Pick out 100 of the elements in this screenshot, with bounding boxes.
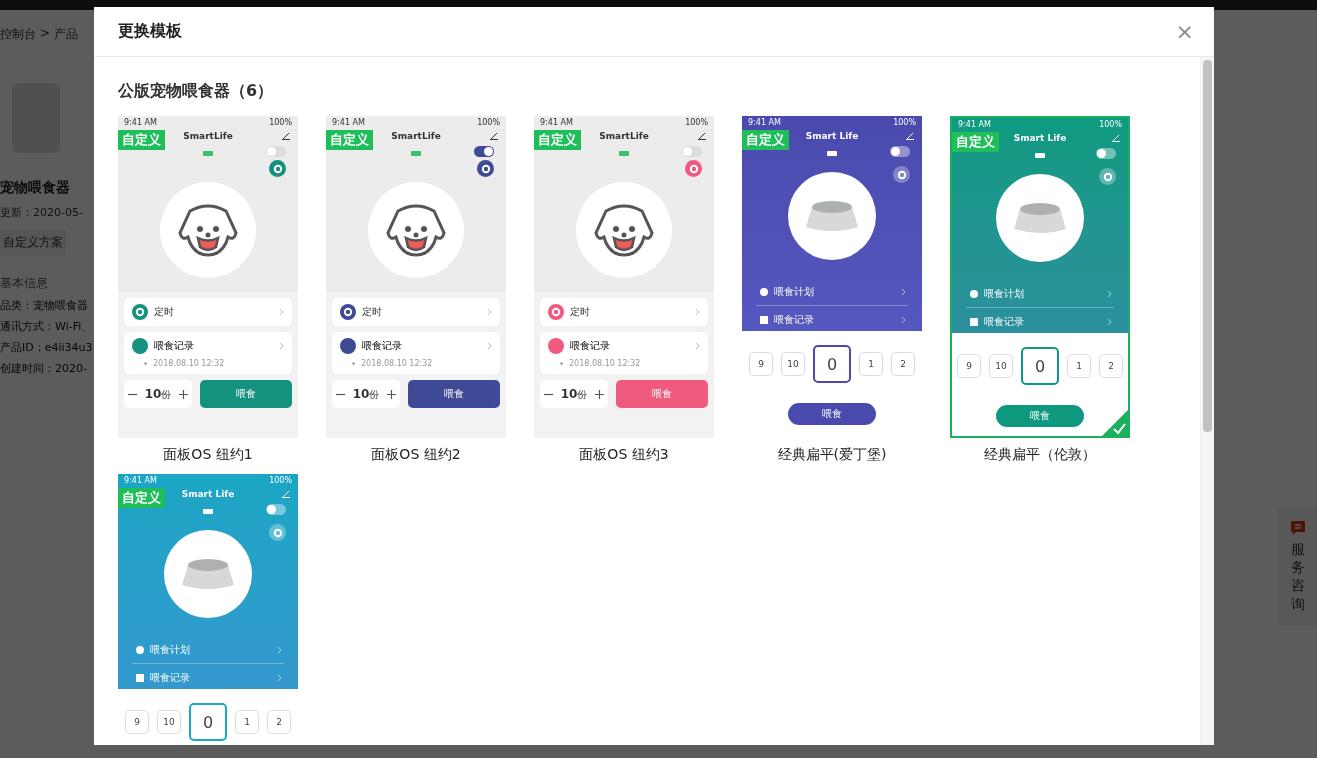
picker-value[interactable]: 0 [1021,347,1059,385]
chevron-icon [901,288,906,296]
pencil-icon [698,132,706,140]
chevron-icon [279,342,284,350]
toggle-switch[interactable] [266,504,286,515]
chevron-icon [1107,290,1112,298]
picker-value[interactable]: 2 [891,352,915,376]
settings-icon [1099,168,1116,185]
row-label: 定时 [154,305,174,319]
pencil-icon [282,490,290,498]
close-button[interactable]: × [1171,19,1198,44]
feed-button[interactable]: 喂食 [788,403,876,425]
toggle-switch[interactable] [474,146,494,157]
picker-value[interactable]: 2 [1099,354,1123,378]
chevron-icon [695,308,700,316]
row-label: 喂食记录 [570,339,610,353]
picker-value[interactable]: 10 [781,352,805,376]
chevron-icon [695,342,700,350]
chevron-icon [1107,318,1112,326]
amount-value: 10份 [144,386,172,402]
feed-button[interactable]: 喂食 [200,380,292,408]
pencil-icon [282,132,290,140]
template-name: 面板OS 纽约2 [371,446,461,464]
row-label: 喂食计划 [150,643,190,657]
dog-face-icon [384,203,448,257]
plus-icon[interactable] [595,389,605,399]
info-field: 通讯方式：Wi-Fi、 [0,319,100,334]
settings-icon [269,160,286,177]
check-icon [1102,410,1128,436]
status-time: 9:41 AM [124,475,157,485]
info-field: 创建时间：2020- [0,361,100,376]
custom-badge: 自定义 [326,130,373,150]
plus-icon[interactable] [387,389,397,399]
dog-face-icon [592,203,656,257]
battery-icon [827,150,837,156]
pencil-icon [490,132,498,140]
row-label: 喂食计划 [984,287,1024,301]
app-title: SmartLife [391,131,441,141]
template-name: 经典扁平(爱丁堡) [777,446,887,464]
scrollbar-thumb[interactable] [1203,60,1212,432]
record-time: 2018.08.10 12:32 [569,359,641,368]
picker-value[interactable]: 10 [157,710,181,734]
settings-icon [893,166,910,183]
template-preview[interactable]: 9:41 AM 100% 自定义 Smart Life 喂食计划 喂食记录 9 10 0 1 2 喂食 [950,116,1130,438]
custom-badge: 自定义 [952,132,999,152]
picker-value[interactable]: 1 [235,710,259,734]
battery-icon [619,150,629,156]
plus-icon[interactable] [179,389,189,399]
amount-stepper[interactable]: 10份 [540,380,608,408]
battery-level: 100% [477,117,500,127]
bowl-icon [180,557,236,591]
custom-badge: 自定义 [118,488,165,508]
template-name: 面板OS 纽约3 [579,446,669,464]
toggle-switch[interactable] [890,146,910,157]
chevron-icon [277,646,282,654]
template-preview[interactable]: 9:41 AM 100% 自定义 Smart Life 喂食计划 喂食记录 9 10 0 1 2 [118,474,298,745]
template-preview[interactable]: 9:41 AM 100% 自定义 Smart Life 喂食计划 喂食记录 9 10 0 1 2 喂食 [742,116,922,438]
row-label: 喂食记录 [362,339,402,353]
toggle-switch[interactable] [682,146,702,157]
picker-value[interactable]: 1 [1067,354,1091,378]
picker-value[interactable]: 9 [957,354,981,378]
bullet-icon [560,362,563,365]
picker-value[interactable]: 0 [189,703,227,741]
battery-level: 100% [685,117,708,127]
chevron-icon [277,674,282,682]
picker-value[interactable]: 2 [267,710,291,734]
chat-icon [1289,520,1306,536]
status-time: 9:41 AM [124,117,157,127]
picker-value[interactable]: 0 [813,345,851,383]
settings-icon [269,524,286,541]
solution-tag: 自定义方案 [0,230,66,255]
template-name: 经典扁平（伦敦） [984,446,1096,464]
bowl-icon [804,199,860,233]
custom-badge: 自定义 [118,130,165,150]
amount-value: 10份 [560,386,588,402]
amount-stepper[interactable]: 10份 [124,380,192,408]
pencil-icon [906,132,914,140]
picker-value[interactable]: 1 [859,352,883,376]
toggle-switch[interactable] [266,146,286,157]
battery-level: 100% [269,117,292,127]
app-title: Smart Life [1013,133,1067,143]
pencil-icon [1112,134,1120,142]
row-label: 定时 [570,305,590,319]
custom-badge: 自定义 [534,130,581,150]
row-label: 喂食记录 [150,671,190,685]
dialog-title: 更换模板 [118,21,182,42]
battery-level: 100% [1099,119,1122,129]
bullet-icon [352,362,355,365]
chevron-icon [487,308,492,316]
picker-value[interactable]: 9 [749,352,773,376]
template-name: 面板OS 纽约1 [163,446,253,464]
feed-button[interactable]: 喂食 [996,405,1084,427]
toggle-switch[interactable] [1096,148,1116,159]
picker-value[interactable]: 10 [989,354,1013,378]
picker-value[interactable]: 9 [125,710,149,734]
row-label: 喂食记录 [154,339,194,353]
row-label: 喂食计划 [774,285,814,299]
feed-button[interactable]: 喂食 [408,380,500,408]
app-title: SmartLife [183,131,233,141]
amount-stepper[interactable]: 10份 [332,380,400,408]
